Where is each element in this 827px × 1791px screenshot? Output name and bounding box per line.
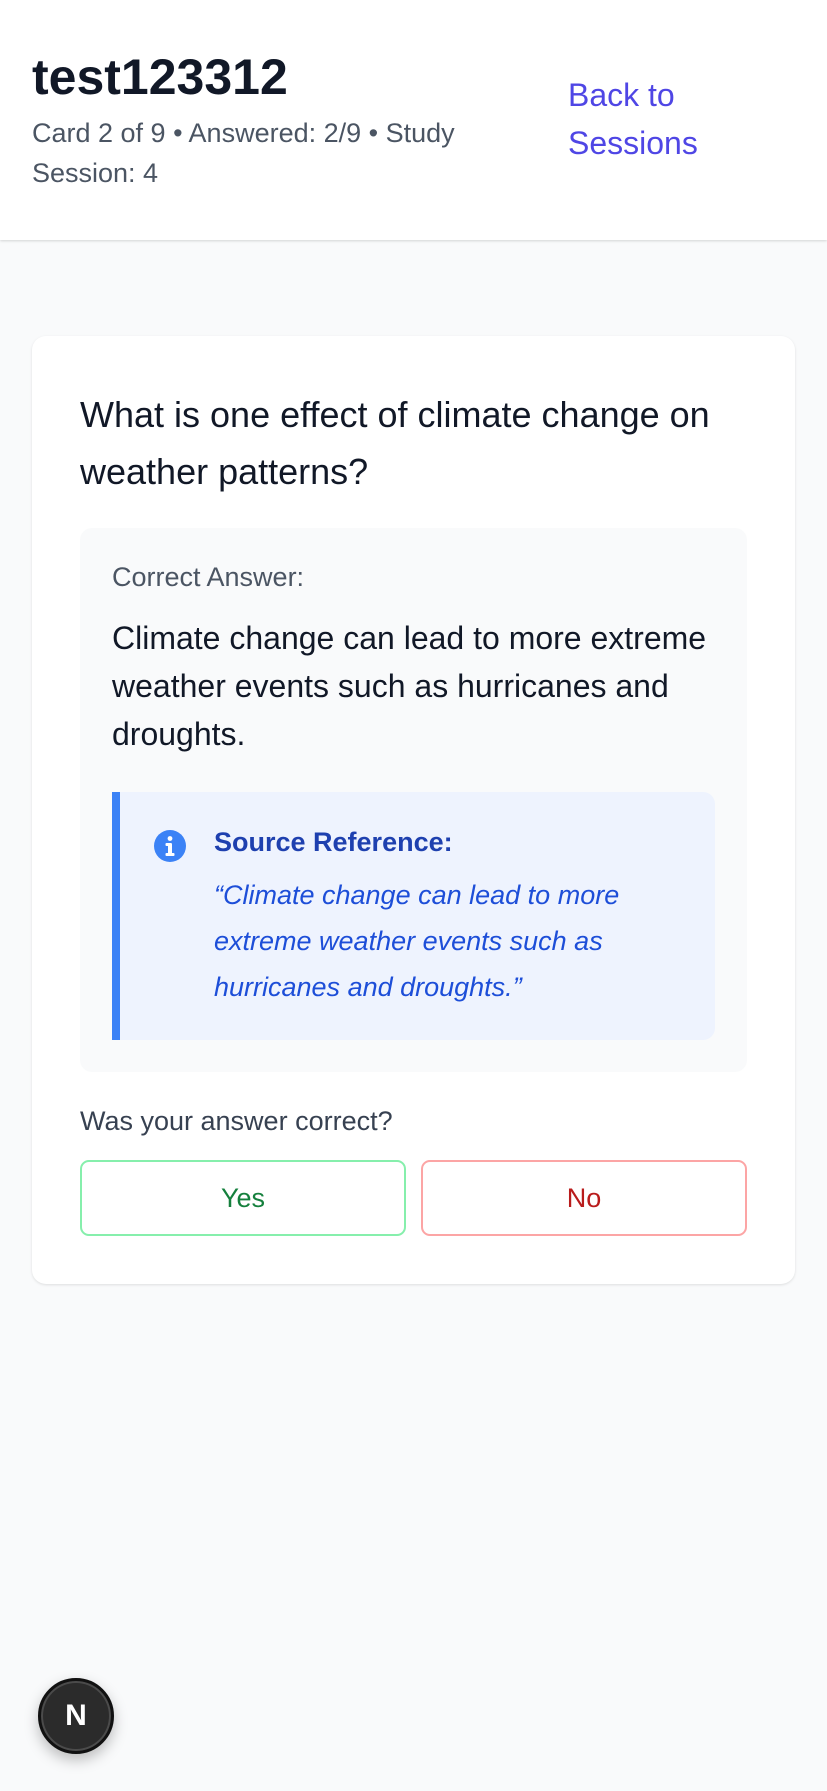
page-header: test123312 Card 2 of 9 • Answered: 2/9 •… [0,0,827,240]
answer-panel: Correct Answer: Climate change can lead … [80,528,747,1072]
back-to-sessions-link[interactable]: Back to Sessions [568,71,768,167]
answer-correct-prompt: Was your answer correct? [80,1106,393,1136]
flashcard: What is one effect of climate change on … [32,336,795,1284]
answer-label: Correct Answer: [112,562,305,592]
nextjs-logo-icon: N [65,1699,87,1732]
source-reference-box: Source Reference: “Climate change can le… [112,792,715,1040]
source-reference-quote: “Climate change can lead to more extreme… [214,880,620,1002]
answer-text: Climate change can lead to more extreme … [112,620,707,752]
info-icon [153,829,187,863]
page-title: test123312 [32,49,288,105]
nextjs-dev-badge[interactable]: N [38,1678,114,1754]
yes-button[interactable]: Yes [80,1160,406,1236]
no-button[interactable]: No [421,1160,747,1236]
source-reference-title: Source Reference: [214,827,453,857]
session-progress-text: Card 2 of 9 • Answered: 2/9 • Study Sess… [32,118,455,188]
question-text: What is one effect of climate change on … [80,394,710,492]
